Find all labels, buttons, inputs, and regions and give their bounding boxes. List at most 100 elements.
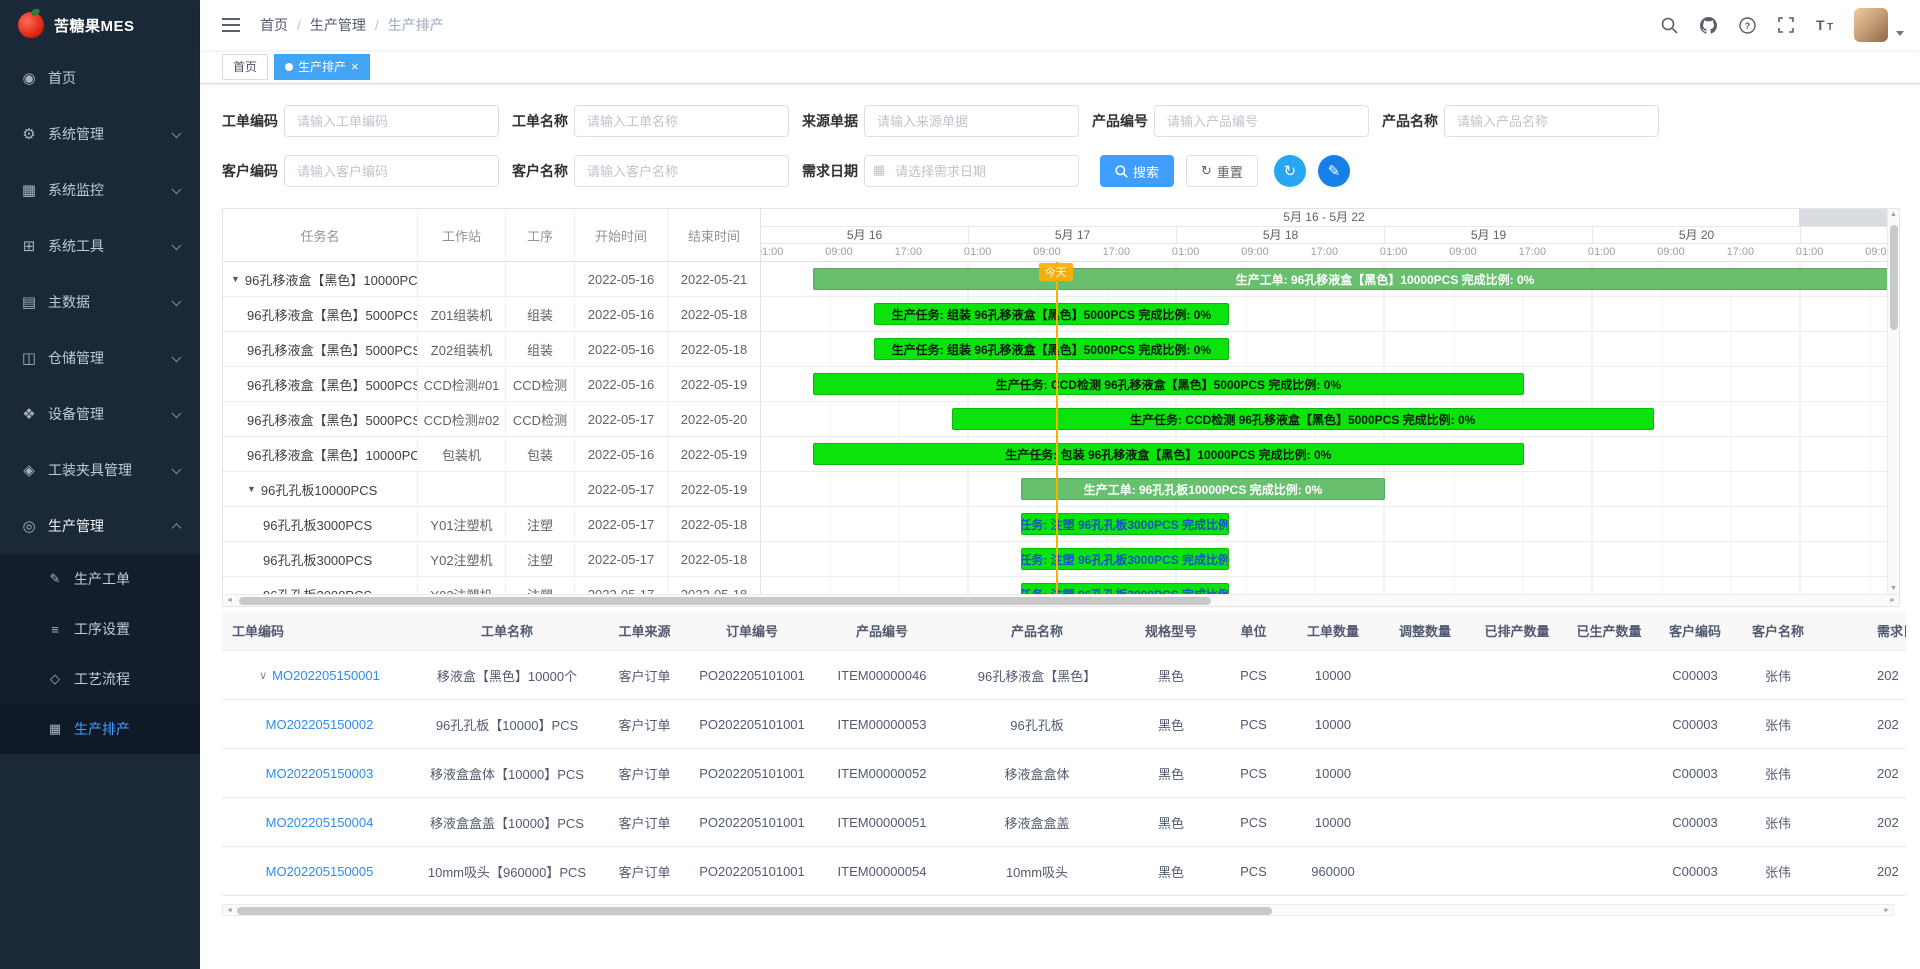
gantt-bar-row: 生产任务: CCD检测 96孔移液盒【黑色】5000PCS 完成比例: 0% [761,402,1887,437]
sidebar-item-system-management[interactable]: ⚙系统管理 [0,106,200,162]
gantt-bar-project[interactable]: 生产工单: 96孔孔板10000PCS 完成比例: 0% [1021,478,1385,500]
workorder-code-input[interactable] [284,105,499,137]
source-doc-input[interactable] [864,105,1079,137]
search-button[interactable]: 搜索 [1100,155,1174,187]
demand-date-input[interactable] [864,155,1079,187]
orders-column-header: 工单名称 [417,621,597,640]
timeline-hour-label: 01:00 [1380,244,1408,261]
sidebar-toggle-icon[interactable] [214,13,248,37]
sidebar-item-warehouse-management[interactable]: ◫仓储管理 [0,330,200,386]
scroll-up-icon[interactable]: ▲ [1888,211,1899,218]
scroll-right-icon[interactable]: ► [1889,595,1896,606]
scroll-down-icon[interactable]: ▼ [1888,585,1899,592]
avatar[interactable] [1854,8,1888,42]
font-size-icon[interactable]: TT [1814,17,1836,33]
breadcrumb-separator: / [375,17,379,33]
orders-scroll-thumb[interactable] [237,907,1272,915]
orders-column-header: 调整数量 [1379,621,1471,640]
sidebar-item-equipment-management[interactable]: ❖设备管理 [0,386,200,442]
timeline-range-row: 5月 16 - 5月 22 [761,209,1887,227]
github-icon[interactable] [1698,17,1719,34]
expand-caret-icon[interactable]: ∨ [259,669,267,682]
search-icon[interactable] [1659,17,1680,34]
sidebar-item-production-workorder[interactable]: ✎生产工单 [0,554,200,604]
filter-field-source-doc: 来源单据 [802,105,1079,137]
chevron-icon [172,240,182,250]
gantt-task-grid: 任务名工作站工序开始时间结束时间 ▼96孔移液盒【黑色】10000PCS2022… [223,209,761,594]
gantt-bar-task[interactable]: 生产任务: 组装 96孔移液盒【黑色】5000PCS 完成比例: 0% [874,303,1229,325]
app-logo: 苦糖果MES [0,0,200,50]
fullscreen-icon[interactable] [1776,17,1796,33]
sidebar-item-process-flow[interactable]: ◇工艺流程 [0,654,200,704]
gantt-bar-task[interactable]: 生产任务: 注塑 96孔孔板3000PCS 完成比例: 0% [1021,513,1229,535]
customer-code-input[interactable] [284,155,499,187]
collapse-arrow-icon[interactable]: ▼ [231,274,240,284]
gantt-bar-task[interactable]: 生产任务: 注塑 96孔孔板3000PCS 完成比例: 0% [1021,583,1229,594]
customer-name-input[interactable] [574,155,789,187]
horizontal-scroll-thumb[interactable] [239,597,1211,605]
filter-panel: 工单编码工单名称来源单据产品编号产品名称 客户编码客户名称需求日期▦ 搜索 ↻ … [222,105,1920,187]
sidebar: 苦糖果MES ◉首页⚙系统管理▦系统监控⊞系统工具▤主数据◫仓储管理❖设备管理◈… [0,0,200,969]
collapse-arrow-icon[interactable]: ▼ [247,484,256,494]
vertical-scroll-thumb[interactable] [1890,225,1898,330]
today-label: 今天 [1039,263,1073,281]
product-code-input[interactable] [1154,105,1369,137]
gear-icon: ⚙ [20,125,38,143]
tab-home[interactable]: 首页 [222,54,268,80]
refresh-icon: ↻ [1284,162,1297,180]
scroll-left-icon[interactable]: ◄ [226,595,233,606]
edit-button[interactable]: ✎ [1318,155,1350,187]
gantt-bar-task[interactable]: 生产任务: 注塑 96孔孔板3000PCS 完成比例: 0% [1021,548,1229,570]
warehouse-icon: ◫ [20,349,38,367]
gantt-column-header: 任务名 [223,209,418,261]
orders-table: 工单编码工单名称工单来源订单编号产品编号产品名称规格型号单位工单数量调整数量已排… [222,611,1906,896]
orders-scroll-right-icon[interactable]: ► [1883,905,1890,915]
gantt-bar-task[interactable]: 生产任务: CCD检测 96孔移液盒【黑色】5000PCS 完成比例: 0% [813,373,1524,395]
gantt-vertical-scrollbar[interactable]: ▲ ▼ [1887,209,1899,594]
gantt-horizontal-scrollbar[interactable]: ◄ ► [223,594,1899,606]
product-name-input[interactable] [1444,105,1659,137]
orders-column-header: 规格型号 [1122,621,1220,640]
calendar-icon: ▦ [873,162,885,178]
help-icon[interactable]: ? [1737,17,1758,34]
database-icon: ▤ [20,293,38,311]
order-code-link[interactable]: MO202205150001 [272,668,380,683]
sidebar-item-system-tools[interactable]: ⊞系统工具 [0,218,200,274]
filter-field-customer-code: 客户编码 [222,155,499,187]
process-settings-icon: ≡ [46,622,64,637]
refresh-button[interactable]: ↻ [1274,155,1306,187]
sidebar-item-production-management[interactable]: ◎生产管理 [0,498,200,554]
sidebar-item-process-settings[interactable]: ≡工序设置 [0,604,200,654]
workorder-name-input[interactable] [574,105,789,137]
order-code-link[interactable]: MO202205150002 [266,717,374,732]
sidebar-item-system-monitor[interactable]: ▦系统监控 [0,162,200,218]
reset-button[interactable]: ↻ 重置 [1186,155,1258,187]
sidebar-item-production-scheduling[interactable]: ▦生产排产 [0,704,200,754]
filter-field-workorder-code: 工单编码 [222,105,499,137]
gantt-bar-task[interactable]: 生产任务: 包装 96孔移液盒【黑色】10000PCS 完成比例: 0% [813,443,1524,465]
avatar-caret-icon[interactable] [1896,31,1904,36]
order-code-link[interactable]: MO202205150004 [266,815,374,830]
toolbox-icon: ⊞ [20,237,38,255]
breadcrumb-item[interactable]: 首页 [260,15,288,35]
filter-field-workorder-name: 工单名称 [512,105,789,137]
sidebar-item-home[interactable]: ◉首页 [0,50,200,106]
gantt-bar-task[interactable]: 生产任务: 组装 96孔移液盒【黑色】5000PCS 完成比例: 0% [874,338,1229,360]
tab-production-scheduling[interactable]: 生产排产× [274,54,370,80]
breadcrumb-item[interactable]: 生产管理 [310,15,366,35]
orders-horizontal-scrollbar[interactable]: ◄ ► [222,904,1894,916]
tab-close-icon[interactable]: × [351,60,359,73]
timeline-hour-label: 09:00 [1865,244,1887,261]
gantt-bar-project[interactable]: 生产工单: 96孔移液盒【黑色】10000PCS 完成比例: 0% [813,268,1887,290]
gantt-task-row: 96孔孔板3000PCSY01注塑机注塑2022-05-172022-05-18 [223,507,760,542]
app-title: 苦糖果MES [54,15,135,36]
order-code-link[interactable]: MO202205150005 [266,864,374,879]
gantt-task-row: 96孔移液盒【黑色】5000PCSCCD检测#01CCD检测2022-05-16… [223,367,760,402]
chevron-icon [172,128,182,138]
order-code-link[interactable]: MO202205150003 [266,766,374,781]
gantt-bar-row: 生产任务: 包装 96孔移液盒【黑色】10000PCS 完成比例: 0% [761,437,1887,472]
orders-column-header: 产品名称 [952,621,1122,640]
sidebar-item-master-data[interactable]: ▤主数据 [0,274,200,330]
sidebar-item-fixture-management[interactable]: ◈工装夹具管理 [0,442,200,498]
orders-scroll-left-icon[interactable]: ◄ [226,905,233,915]
